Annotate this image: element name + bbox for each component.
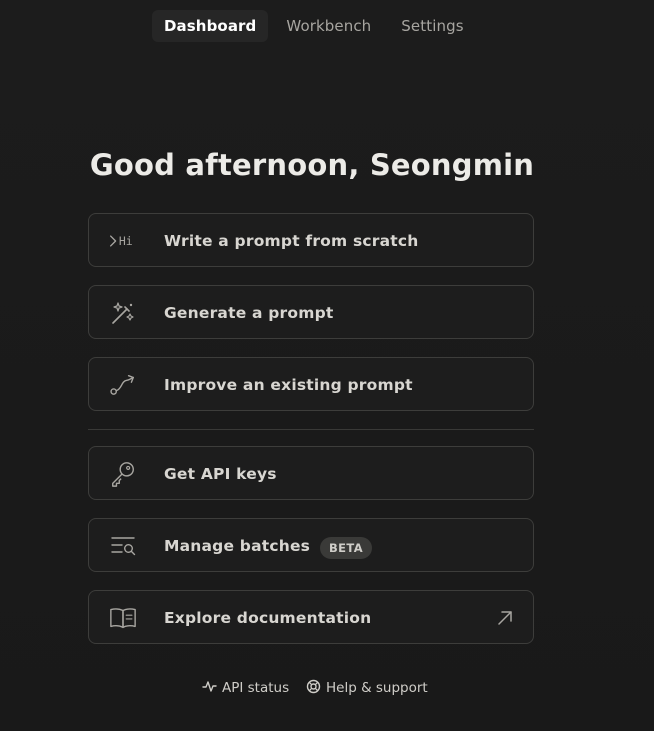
activity-icon — [202, 679, 217, 697]
api-keys-card[interactable]: Get API keys — [88, 446, 534, 500]
generate-prompt-label: Generate a prompt — [164, 304, 334, 322]
improve-prompt-card[interactable]: Improve an existing prompt — [88, 357, 534, 411]
batch-search-icon — [109, 532, 137, 560]
section-divider — [88, 429, 534, 430]
greeting-heading: Good afternoon, Seongmin — [89, 148, 535, 182]
beta-badge: BETA — [320, 537, 373, 559]
write-prompt-card[interactable]: Hi Write a prompt from scratch — [88, 213, 534, 267]
explore-docs-label: Explore documentation — [164, 609, 372, 627]
manage-batches-label: Manage batches — [164, 537, 311, 555]
terminal-hi-text: Hi — [119, 234, 133, 248]
manage-batches-card[interactable]: Manage batches BETA — [88, 518, 534, 572]
api-status-link[interactable]: API status — [202, 679, 289, 697]
path-arrow-icon — [109, 371, 137, 399]
help-support-link[interactable]: Help & support — [306, 679, 428, 697]
tab-workbench[interactable]: Workbench — [274, 10, 383, 42]
api-status-label: API status — [222, 680, 290, 696]
lifebuoy-icon — [306, 679, 321, 698]
magic-wand-icon — [109, 299, 137, 327]
api-keys-label: Get API keys — [164, 465, 277, 483]
explore-docs-card[interactable]: Explore documentation — [88, 590, 534, 644]
external-arrow-icon — [497, 610, 513, 626]
improve-prompt-label: Improve an existing prompt — [164, 376, 413, 394]
help-support-label: Help & support — [326, 680, 428, 696]
generate-prompt-card[interactable]: Generate a prompt — [88, 285, 534, 339]
top-navigation: Dashboard Workbench Settings — [152, 10, 476, 42]
tab-dashboard[interactable]: Dashboard — [152, 10, 269, 42]
tab-settings[interactable]: Settings — [389, 10, 475, 42]
key-icon — [109, 460, 137, 488]
terminal-hi-icon: Hi — [109, 227, 137, 255]
write-prompt-label: Write a prompt from scratch — [164, 232, 419, 250]
book-icon — [109, 604, 137, 632]
